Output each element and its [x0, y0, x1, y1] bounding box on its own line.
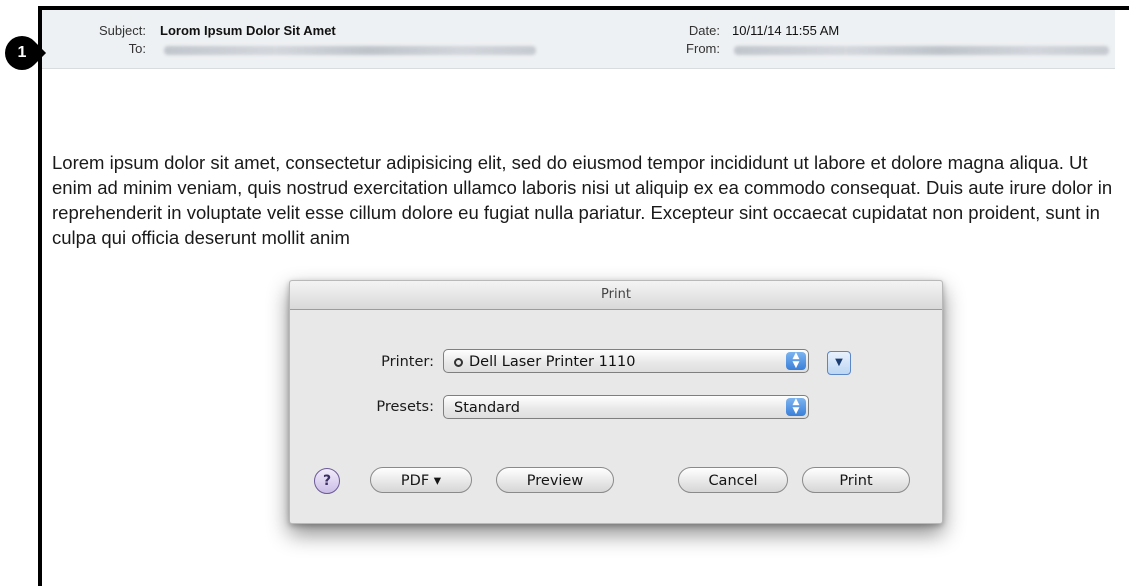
callout-number: 1: [17, 44, 27, 61]
email-body: Lorem ipsum dolor sit amet, consectetur …: [52, 152, 1113, 248]
to-recipient-blurred: [164, 46, 536, 55]
dialog-title: Print: [290, 281, 942, 310]
printer-status-icon: [454, 358, 463, 367]
question-mark-icon: ?: [322, 473, 332, 489]
printer-select-value: Dell Laser Printer 1110: [454, 350, 636, 374]
up-down-arrows-icon: ▲ ▼: [786, 352, 806, 370]
email-header: Subject: Lorom Ipsum Dolor Sit Amet To: …: [42, 10, 1115, 69]
date-value: 10/11/14 11:55 AM: [732, 23, 840, 38]
print-button[interactable]: Print: [802, 467, 910, 493]
from-sender-blurred: [734, 46, 1109, 55]
presets-select[interactable]: Standard ▲ ▼: [443, 395, 809, 419]
from-label: From:: [686, 41, 720, 56]
preview-button[interactable]: Preview: [496, 467, 614, 493]
printer-label: Printer:: [381, 354, 434, 370]
printer-name: Dell Laser Printer 1110: [469, 354, 636, 370]
up-down-arrows-icon: ▲ ▼: [786, 398, 806, 416]
subject-value: Lorom Ipsum Dolor Sit Amet: [160, 23, 336, 38]
date-label: Date:: [688, 23, 720, 38]
help-button[interactable]: ?: [314, 468, 340, 494]
cancel-button[interactable]: Cancel: [678, 467, 788, 493]
presets-label: Presets:: [376, 399, 434, 415]
subject-label: Subject:: [99, 23, 146, 38]
print-dialog: Print Printer: Dell Laser Printer 1110 ▲…: [289, 280, 943, 524]
disclosure-triangle-button[interactable]: ▼: [827, 351, 851, 375]
presets-select-value: Standard: [454, 400, 520, 416]
pdf-button[interactable]: PDF ▾: [370, 467, 472, 493]
to-label: To:: [128, 41, 146, 56]
printer-select[interactable]: Dell Laser Printer 1110 ▲ ▼: [443, 349, 809, 373]
